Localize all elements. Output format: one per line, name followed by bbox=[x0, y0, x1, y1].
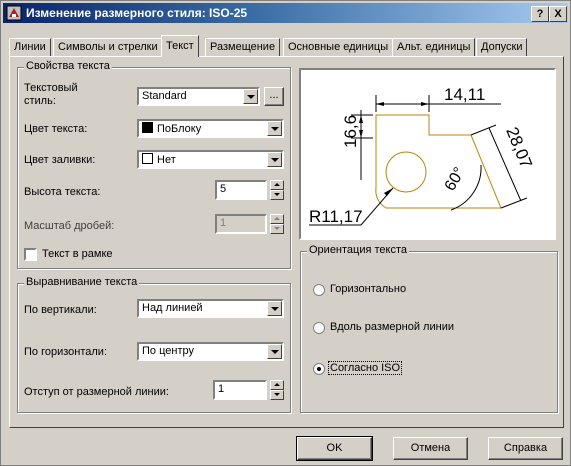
help-title-button[interactable]: ? bbox=[531, 6, 549, 22]
dialog-window: Изменение размерного стиля: ISO-25 ? X Л… bbox=[0, 0, 571, 466]
dim-angle-text: 60° bbox=[442, 165, 469, 194]
tab-tolerances[interactable]: Допуски bbox=[476, 38, 528, 56]
text-style-label-line2: стиль: bbox=[24, 95, 56, 107]
app-icon bbox=[6, 5, 22, 21]
fill-color-swatch bbox=[142, 153, 153, 164]
chevron-down-icon[interactable] bbox=[267, 121, 282, 136]
text-alignment-group: Выравнивание текста По вертикали: Над ли… bbox=[17, 276, 291, 413]
chevron-down-icon[interactable] bbox=[267, 152, 282, 167]
text-orientation-group: Ориентация текста Горизонтально Вдоль ра… bbox=[300, 244, 558, 413]
vertical-select[interactable]: Над линией bbox=[137, 299, 284, 318]
radio-horizontal-label: Горизонтально bbox=[330, 283, 407, 295]
text-properties-group: Свойства текста Текстовый стиль: Standar… bbox=[17, 60, 291, 269]
text-height-label: Высота текста: bbox=[24, 186, 101, 198]
tab-symbols-arrows[interactable]: Символы и стрелки bbox=[53, 38, 163, 56]
window-title: Изменение размерного стиля: ISO-25 bbox=[26, 6, 248, 20]
vertical-value: Над линией bbox=[142, 302, 203, 314]
fill-color-select[interactable]: Нет bbox=[137, 150, 284, 169]
text-color-select[interactable]: ПоБлоку bbox=[137, 119, 284, 138]
fraction-scale-spinner bbox=[270, 214, 284, 234]
close-button[interactable]: X bbox=[549, 6, 567, 22]
text-style-value: Standard bbox=[142, 90, 187, 102]
dim-right-text: 28,07 bbox=[502, 124, 536, 171]
horizontal-label: По горизонтали: bbox=[24, 346, 107, 358]
fill-color-value: Нет bbox=[157, 154, 176, 166]
vertical-label: По вертикали: bbox=[24, 304, 97, 316]
text-style-browse-button[interactable]: ... bbox=[264, 87, 284, 106]
radio-aligned[interactable] bbox=[313, 322, 325, 334]
radio-iso-label: Согласно ISO bbox=[327, 361, 403, 375]
text-color-value: ПоБлоку bbox=[157, 123, 202, 135]
text-properties-legend: Свойства текста bbox=[24, 60, 112, 72]
text-style-label-line1: Текстовый bbox=[24, 82, 78, 94]
spin-up-icon[interactable] bbox=[270, 180, 284, 190]
offset-input[interactable]: 1 bbox=[213, 380, 267, 400]
preview-panel: 14,11 16,6 28,07 60° R11,17 bbox=[299, 68, 556, 240]
tab-primary-units[interactable]: Основные единицы bbox=[283, 38, 394, 56]
chevron-down-icon[interactable] bbox=[267, 301, 282, 316]
horizontal-value: По центру bbox=[142, 345, 194, 357]
spin-down-icon[interactable] bbox=[270, 190, 284, 200]
tab-lines[interactable]: Линии bbox=[9, 38, 51, 56]
chevron-down-icon[interactable] bbox=[243, 89, 258, 104]
fraction-scale-input: 1 bbox=[215, 214, 267, 234]
frame-checkbox[interactable] bbox=[24, 248, 37, 261]
text-style-select[interactable]: Standard bbox=[137, 87, 260, 106]
spin-up-icon bbox=[270, 214, 284, 224]
offset-label: Отступ от размерной линии: bbox=[24, 386, 169, 398]
text-height-spinner[interactable] bbox=[270, 180, 284, 200]
text-alignment-legend: Выравнивание текста bbox=[24, 276, 140, 288]
title-bar[interactable]: Изменение размерного стиля: ISO-25 ? X bbox=[3, 3, 568, 23]
radio-aligned-label: Вдоль размерной линии bbox=[330, 321, 454, 333]
tab-text[interactable]: Текст bbox=[161, 35, 199, 57]
ok-button[interactable]: OK bbox=[296, 436, 373, 461]
spin-down-icon[interactable] bbox=[270, 390, 284, 400]
dim-top-text: 14,11 bbox=[444, 85, 485, 104]
text-orientation-legend: Ориентация текста bbox=[307, 244, 410, 256]
radio-horizontal[interactable] bbox=[313, 284, 325, 296]
fill-color-label: Цвет заливки: bbox=[24, 154, 96, 166]
dimension-preview-drawing: 14,11 16,6 28,07 60° R11,17 bbox=[309, 85, 536, 226]
spin-up-icon[interactable] bbox=[270, 380, 284, 390]
spin-down-icon bbox=[270, 224, 284, 234]
frame-label: Текст в рамке bbox=[42, 248, 113, 260]
tab-alt-units[interactable]: Альт. единицы bbox=[392, 38, 476, 56]
tab-text-label: Текст bbox=[166, 40, 194, 52]
dim-left-text: 16,6 bbox=[341, 115, 360, 148]
radio-iso[interactable] bbox=[313, 363, 325, 375]
dim-radius-text: R11,17 bbox=[309, 207, 363, 226]
horizontal-select[interactable]: По центру bbox=[137, 342, 284, 361]
text-color-swatch bbox=[142, 122, 153, 133]
tab-placement[interactable]: Размещение bbox=[205, 38, 281, 56]
cancel-button[interactable]: Отмена bbox=[393, 437, 468, 460]
text-height-input[interactable]: 5 bbox=[215, 180, 267, 200]
hole-circle bbox=[385, 151, 427, 193]
chevron-down-icon[interactable] bbox=[267, 344, 282, 359]
part-outline bbox=[375, 114, 502, 209]
help-button[interactable]: Справка bbox=[488, 437, 563, 460]
fraction-scale-label: Масштаб дробей: bbox=[24, 220, 115, 232]
offset-spinner[interactable] bbox=[270, 380, 284, 400]
text-color-label: Цвет текста: bbox=[24, 123, 88, 135]
